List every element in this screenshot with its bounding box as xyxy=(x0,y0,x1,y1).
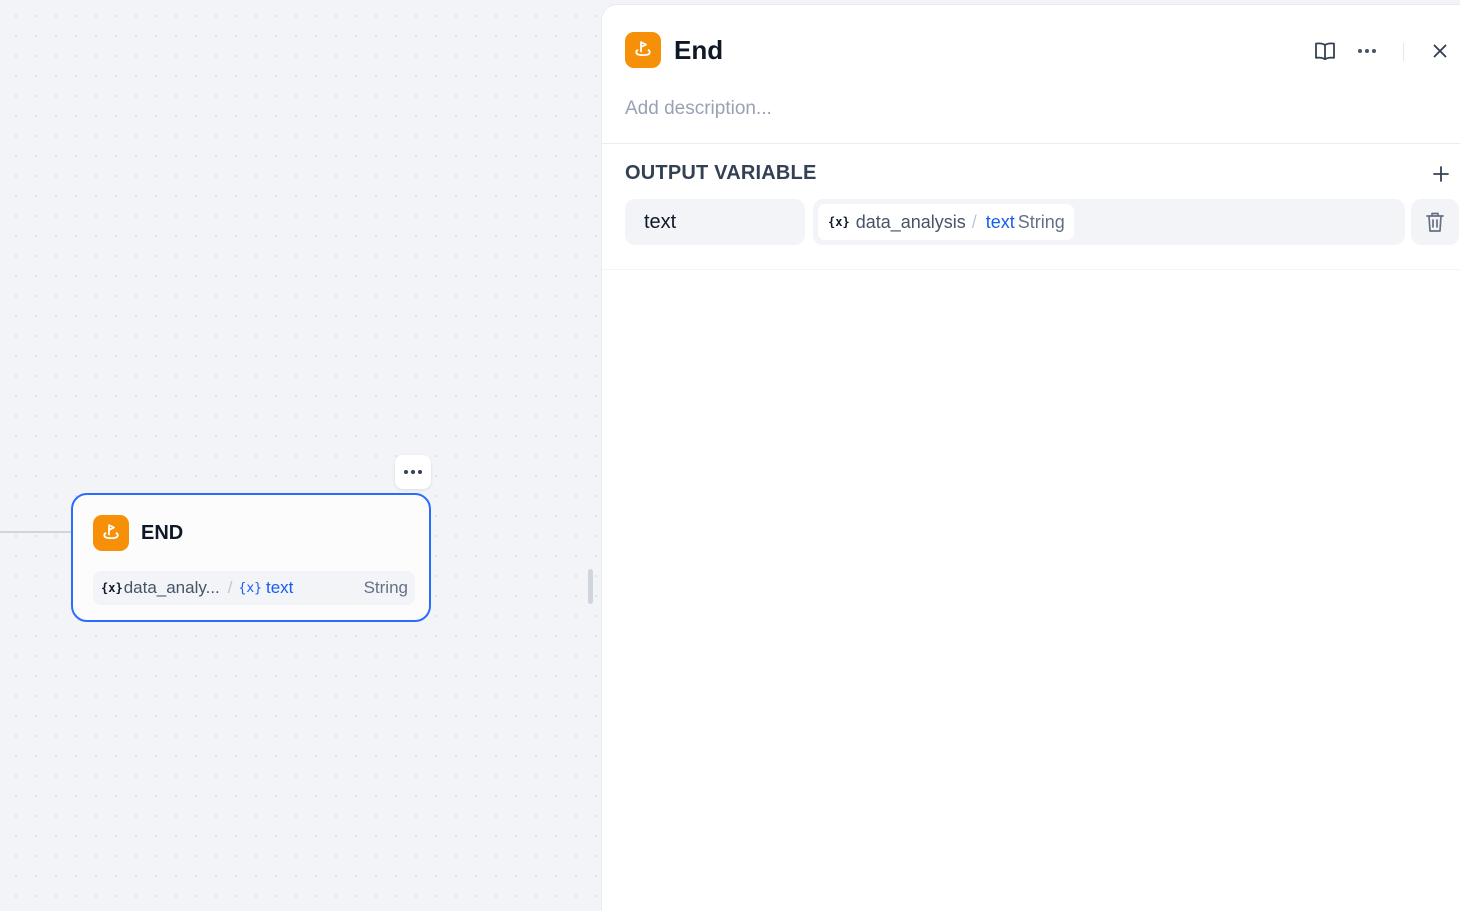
description-input[interactable]: Add description... xyxy=(625,98,772,120)
close-panel-button[interactable] xyxy=(1429,38,1451,64)
variable-icon: {x} xyxy=(828,215,850,229)
variable-field: text xyxy=(266,578,294,597)
variable-type: String xyxy=(363,578,408,597)
end-flag-icon xyxy=(625,32,661,68)
node-settings-panel: End Add description... OUTPUT VARIABLE t… xyxy=(601,4,1460,911)
node-more-button[interactable] xyxy=(395,455,431,489)
panel-more-button[interactable] xyxy=(1354,38,1380,64)
variable-field: text xyxy=(985,211,1015,232)
variable-icon: {x} xyxy=(238,580,262,596)
variable-separator: / xyxy=(971,211,977,232)
variable-source: data_analysis xyxy=(855,211,966,232)
panel-resize-handle[interactable] xyxy=(588,569,593,604)
book-open-icon xyxy=(1315,42,1335,61)
end-flag-icon xyxy=(93,515,129,551)
delete-variable-button[interactable] xyxy=(1411,199,1459,245)
variable-name-input[interactable]: text xyxy=(625,199,805,245)
plus-icon xyxy=(1433,166,1449,182)
variable-icon: {x} xyxy=(101,581,123,595)
more-horizontal-icon xyxy=(404,470,408,474)
add-variable-button[interactable] xyxy=(1429,162,1453,186)
variable-source: data_analy... xyxy=(123,578,220,597)
panel-title[interactable]: End xyxy=(674,35,723,66)
trash-icon xyxy=(1426,212,1444,232)
more-horizontal-icon xyxy=(1358,49,1362,53)
node-header: END xyxy=(93,515,183,551)
divider xyxy=(602,269,1460,270)
node-output-variable: {x} data_analy... / {x} text String xyxy=(93,571,415,605)
divider xyxy=(602,143,1460,144)
node-title: END xyxy=(141,521,184,544)
end-node[interactable]: END {x} data_analy... / {x} text String xyxy=(71,493,431,622)
header-divider xyxy=(1403,43,1404,61)
variable-reference-selector[interactable]: {x} data_analysis / text String xyxy=(813,199,1405,245)
variable-reference-chip[interactable]: {x} data_analysis / text String xyxy=(818,204,1074,240)
help-docs-button[interactable] xyxy=(1312,38,1338,64)
variable-separator: / xyxy=(227,578,233,597)
close-icon xyxy=(1433,44,1447,58)
variable-type: String xyxy=(1017,211,1065,232)
output-variable-title: OUTPUT VARIABLE xyxy=(625,162,817,184)
connection-edge[interactable] xyxy=(0,531,72,533)
